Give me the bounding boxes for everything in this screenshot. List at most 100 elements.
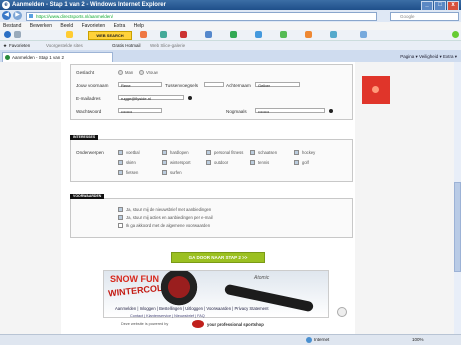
interest-label: outdoor	[214, 160, 229, 165]
scrollbar-thumb[interactable]	[454, 182, 461, 272]
lastname-input[interactable]: Gelber	[255, 82, 300, 88]
interests-header: INTERESSES	[70, 135, 99, 140]
personal-data-panel: Geslacht Man Vrouw Jouw voornaam Rene Tu…	[70, 64, 353, 120]
forward-arrow-icon[interactable]: ▶	[13, 11, 22, 20]
maps-icon[interactable]	[305, 31, 312, 38]
offers-label: Ja, stuur mij acties en aanbiedingen per…	[126, 215, 213, 220]
mail-icon[interactable]	[140, 31, 147, 38]
vertical-scrollbar[interactable]	[454, 62, 461, 334]
footer-links[interactable]: Aanmelden | Inloggen | Bestellingen | Ui…	[115, 306, 269, 311]
interest-label: hardlopen	[170, 150, 189, 155]
widget-icon[interactable]	[360, 31, 367, 38]
interest-checkbox[interactable]	[118, 170, 123, 175]
tab-bar: Aanmelden - Stap 1 van 2 Pagina ▾ Veilig…	[0, 50, 461, 63]
interest-checkbox[interactable]	[206, 150, 211, 155]
interests-panel: INTERESSES Onderwerpen voetbal hardlopen…	[70, 135, 353, 182]
internet-zone-icon	[306, 337, 312, 343]
site-icon	[29, 14, 33, 18]
info-icon[interactable]	[329, 109, 333, 113]
favorites-star-icon[interactable]: ★	[3, 41, 7, 50]
search-bar-icon[interactable]	[4, 31, 11, 38]
banner-headline-1: SNOW FUN	[110, 274, 159, 284]
side-promo[interactable]	[362, 76, 390, 104]
interest-checkbox[interactable]	[162, 160, 167, 165]
shopping-icon[interactable]	[280, 31, 287, 38]
password-repeat-input[interactable]: ••••••••	[255, 108, 325, 114]
info-icon[interactable]	[188, 96, 192, 100]
url-text: https://www.directsports.nl/aanmelden/	[36, 14, 114, 19]
favorites-button[interactable]: Favorieten	[9, 41, 30, 50]
newsletter-label: Ja, stuur mij de nieuwsbrief met aanbied…	[126, 207, 212, 212]
menu-extra[interactable]: Extra	[114, 23, 126, 29]
recycle-icon	[337, 307, 347, 317]
terms-label: Ik ga akkoord met de algemene voorwaarde…	[126, 223, 211, 228]
interest-label: personal fitness	[214, 150, 244, 155]
menu-favorieten[interactable]: Favorieten	[82, 23, 106, 29]
music-icon[interactable]	[160, 31, 167, 38]
toolbar-brand-icon[interactable]	[66, 31, 73, 38]
interest-checkbox[interactable]	[162, 150, 167, 155]
video-icon[interactable]	[180, 31, 187, 38]
url-input[interactable]: https://www.directsports.nl/aanmelden/	[26, 12, 377, 21]
middlename-input[interactable]	[204, 82, 224, 87]
password-input[interactable]: ••••••••	[118, 108, 162, 114]
menu-bestand[interactable]: Bestand	[3, 23, 21, 29]
menu-bar: Bestand Bewerken Beeld Favorieten Extra …	[0, 22, 461, 30]
home-icon[interactable]	[14, 31, 21, 38]
command-bar[interactable]: Pagina ▾ Veiligheid ▾ Extra ▾	[400, 52, 457, 61]
window-title-bar: e Aanmelden - Stap 1 van 2 - Windows Int…	[0, 0, 461, 11]
middlename-label: Tussenvoegsels	[165, 83, 199, 88]
sportshop-logo-icon[interactable]	[192, 320, 204, 328]
menu-beeld[interactable]: Beeld	[60, 23, 73, 29]
terms-checkbox[interactable]	[118, 223, 123, 228]
ie-icon: e	[2, 1, 10, 9]
continue-button[interactable]: GA DOOR NAAR STAP 2 >>	[171, 252, 265, 263]
firstname-input[interactable]: Rene	[118, 82, 162, 88]
back-arrow-icon[interactable]: ◀	[2, 11, 11, 20]
interest-label: golf	[302, 160, 309, 165]
gender-radio-man[interactable]	[118, 70, 123, 75]
interest-checkbox[interactable]	[294, 160, 299, 165]
chat-icon[interactable]	[330, 31, 337, 38]
news-icon[interactable]	[255, 31, 262, 38]
password-label: Wachtwoord	[76, 109, 102, 114]
gender-option-vrouw: Vrouw	[146, 70, 158, 75]
tab-title: Aanmelden - Stap 1 van 2	[12, 55, 65, 60]
interest-checkbox[interactable]	[162, 170, 167, 175]
lastname-label: Achternaam	[226, 83, 251, 88]
weather-icon[interactable]	[205, 31, 212, 38]
footer-links-secondary[interactable]: Contact | Klantenservice | Nieuwsbrief |…	[130, 314, 205, 318]
preferences-panel: VOORWAARDEN Ja, stuur mij de nieuwsbrief…	[70, 194, 353, 238]
powered-by-name[interactable]: your professional sportshop	[207, 322, 264, 327]
email-input[interactable]: rugge@flyside.nl	[118, 95, 184, 101]
toolbar: WEB SEARCH	[0, 30, 461, 41]
interest-label: skiën	[126, 160, 136, 165]
page-viewport: Geslacht Man Vrouw Jouw voornaam Rene Tu…	[0, 62, 461, 334]
interest-label: wintersport	[170, 160, 191, 165]
interest-checkbox[interactable]	[118, 150, 123, 155]
interest-checkbox[interactable]	[206, 160, 211, 165]
menu-help[interactable]: Help	[134, 23, 144, 29]
banner-brand: Atomic	[254, 275, 270, 281]
fav-item-hotmail[interactable]: Gratis Hotmail	[112, 41, 141, 50]
games-icon[interactable]	[230, 31, 237, 38]
gender-radio-vrouw[interactable]	[139, 70, 144, 75]
interest-checkbox[interactable]	[250, 160, 255, 165]
interest-checkbox[interactable]	[294, 150, 299, 155]
newsletter-checkbox[interactable]	[118, 207, 123, 212]
search-input[interactable]: Google	[390, 12, 459, 21]
tab-favicon-icon	[5, 55, 10, 60]
status-green-icon[interactable]	[452, 31, 459, 38]
fav-item-webslice[interactable]: Web Slice-galerie	[150, 41, 185, 50]
interest-label: voetbal	[126, 150, 140, 155]
web-search-button[interactable]: WEB SEARCH	[88, 31, 132, 40]
email-label: E-mailadres	[76, 96, 101, 101]
interest-label: fietsen	[126, 170, 139, 175]
powered-by-text: Deze website is powered by	[121, 322, 169, 326]
interest-checkbox[interactable]	[250, 150, 255, 155]
offers-checkbox[interactable]	[118, 215, 123, 220]
menu-bewerken[interactable]: Bewerken	[30, 23, 52, 29]
interest-checkbox[interactable]	[118, 160, 123, 165]
fav-item-suggested[interactable]: Voorgestelde sites	[46, 41, 83, 50]
promo-mark-icon	[372, 86, 379, 93]
